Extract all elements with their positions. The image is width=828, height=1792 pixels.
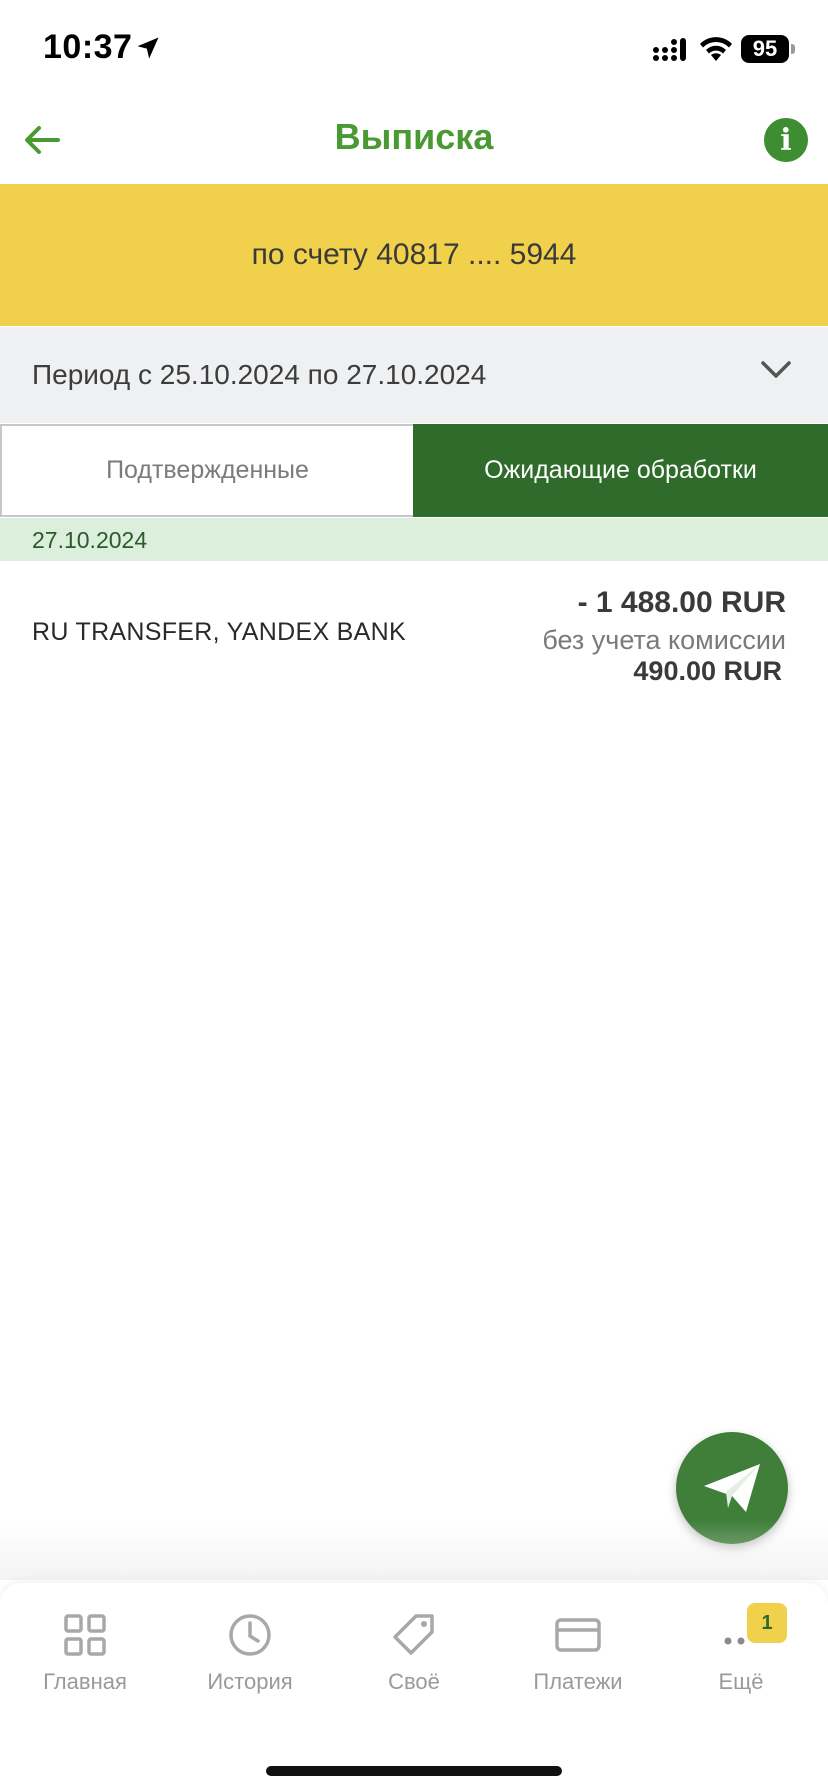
period-selector[interactable]: Период с 25.10.2024 по 27.10.2024 — [0, 327, 828, 423]
location-arrow-icon — [137, 37, 159, 59]
nav-item-payments[interactable]: Платежи — [503, 1605, 653, 1705]
notification-badge: 1 — [747, 1603, 787, 1643]
nav-item-own[interactable]: Своё — [339, 1605, 489, 1705]
transaction-name: RU TRANSFER, YANDEX BANK — [32, 618, 406, 646]
nav-label-more: Ещё — [718, 1669, 764, 1694]
nav-label-payments: Платежи — [533, 1669, 623, 1694]
bottom-fade — [0, 1520, 828, 1580]
chevron-down-icon — [761, 361, 791, 378]
nav-item-history[interactable]: История — [175, 1605, 325, 1705]
nav-label-history: История — [207, 1669, 293, 1694]
info-button[interactable]: i — [764, 118, 808, 162]
battery-indicator: 95 — [741, 35, 789, 63]
transaction-row[interactable]: RU TRANSFER, YANDEX BANK - 1 488.00 RUR … — [0, 562, 828, 692]
tab-confirmed[interactable]: Подтвержденные — [0, 424, 413, 517]
transaction-amount: - 1 488.00 RUR — [577, 586, 786, 619]
nav-item-home[interactable]: Главная — [10, 1605, 160, 1705]
paper-plane-icon — [704, 1464, 760, 1512]
bottom-nav: Главная История Своё Платежи Ещё 1 — [0, 1583, 828, 1792]
period-label: Период с 25.10.2024 по 27.10.2024 — [32, 359, 487, 390]
nav-item-more[interactable]: Ещё — [666, 1605, 816, 1705]
status-bar: 10:37 95 — [0, 0, 828, 100]
cellular-signal-icon — [653, 38, 686, 61]
grid-icon — [64, 1614, 106, 1656]
nav-label-own: Своё — [388, 1669, 440, 1694]
card-icon — [555, 1618, 601, 1652]
tab-pending[interactable]: Ожидающие обработки — [413, 424, 828, 517]
home-indicator — [266, 1766, 562, 1776]
page-title: Выписка — [334, 116, 494, 157]
battery-tip — [791, 44, 795, 54]
date-group-header: 27.10.2024 — [0, 518, 828, 561]
group-date: 27.10.2024 — [32, 527, 148, 553]
commission-amount: 490.00 RUR — [633, 656, 782, 686]
account-banner: по счету 40817 .... 5944 — [0, 184, 828, 326]
wifi-icon — [700, 37, 732, 61]
status-time: 10:37 — [43, 28, 133, 66]
commission-label: без учета комиссии — [542, 625, 786, 655]
tag-icon — [393, 1614, 434, 1655]
nav-label-home: Главная — [43, 1669, 127, 1694]
account-number: по счету 40817 .... 5944 — [251, 238, 577, 271]
clock-icon — [229, 1614, 271, 1656]
app-header: Выписка i — [0, 100, 828, 184]
status-tabs: Подтвержденные Ожидающие обработки — [0, 424, 828, 517]
